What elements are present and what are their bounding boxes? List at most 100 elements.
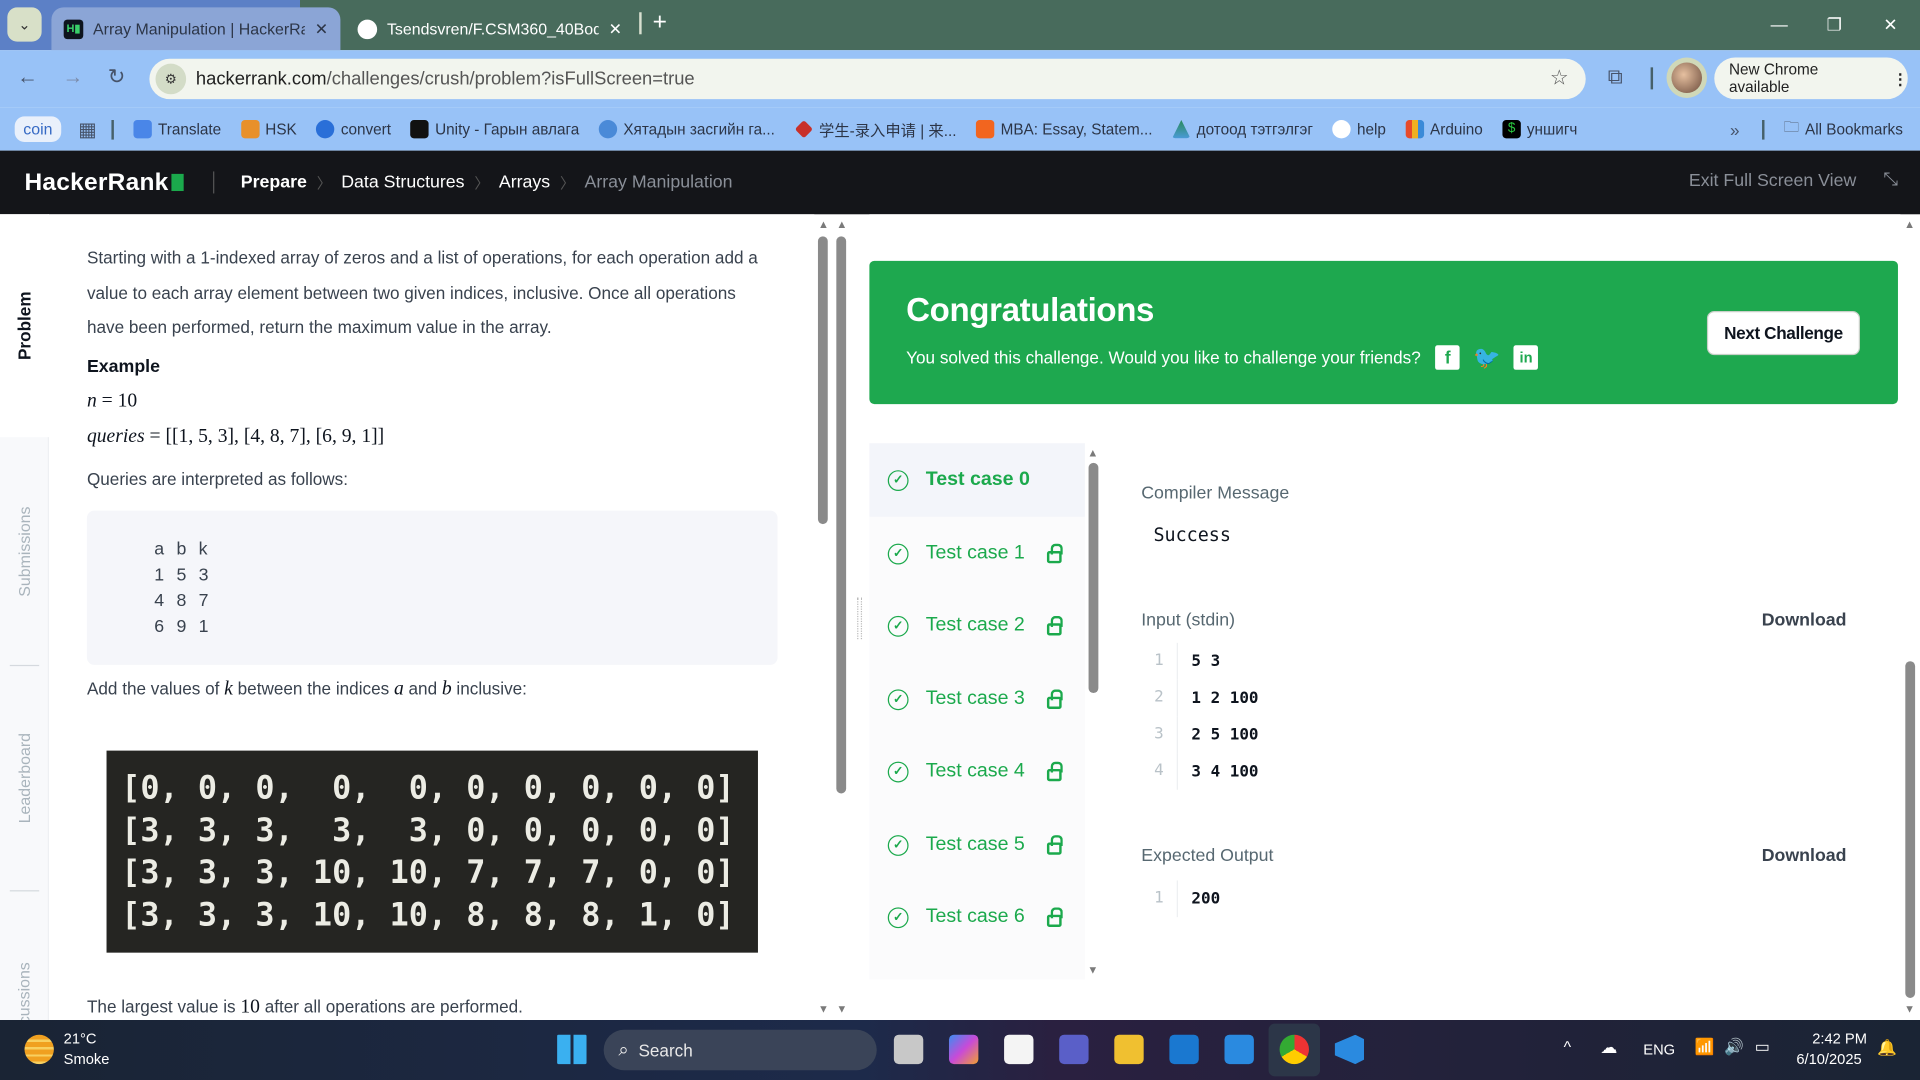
- test-case-scrollbar-thumb[interactable]: [1088, 462, 1099, 694]
- right-scrollbar-thumb[interactable]: [1905, 661, 1916, 998]
- hackerrank-logo[interactable]: HackerRank: [24, 168, 184, 196]
- problem-intro: Starting with a 1-indexed array of zeros…: [86, 247, 758, 337]
- bookmark-unity[interactable]: Unity - Гарын авлага: [410, 120, 579, 139]
- clock-date[interactable]: 6/10/2025: [1796, 1051, 1861, 1068]
- test-case-0[interactable]: ✓ Test case 0: [869, 443, 1085, 517]
- scroll-up-arrow[interactable]: ▲: [836, 218, 847, 230]
- wifi-icon[interactable]: 📶: [1695, 1037, 1715, 1057]
- tab-github[interactable]: Tsendsvren/F.CSM360_40Bodlogo ✕: [345, 7, 634, 50]
- bookmark-translate[interactable]: Translate: [133, 120, 221, 139]
- bookmark-convert[interactable]: convert: [316, 120, 391, 139]
- apps-grid-icon[interactable]: ▦: [78, 117, 97, 141]
- bookmark-star-icon[interactable]: ☆: [1550, 66, 1569, 90]
- new-tab-button[interactable]: +: [653, 9, 667, 37]
- language-indicator[interactable]: ENG: [1643, 1041, 1675, 1058]
- test-case-3[interactable]: ✓ Test case 3: [869, 662, 1085, 735]
- exit-fullscreen-button[interactable]: Exit Full Screen View: [1689, 171, 1856, 191]
- close-window-button[interactable]: ✕: [1862, 0, 1918, 49]
- restore-button[interactable]: ❐: [1806, 0, 1862, 49]
- n-expression: n = 10: [86, 390, 138, 412]
- next-challenge-button[interactable]: Next Challenge: [1706, 311, 1861, 356]
- forward-button[interactable]: →: [62, 65, 83, 89]
- bookmark-mba[interactable]: MBA: Essay, Statem...: [976, 120, 1153, 139]
- onedrive-icon[interactable]: ☁: [1600, 1037, 1617, 1058]
- microsoft-store-icon[interactable]: [1004, 1034, 1034, 1065]
- tab-search-button[interactable]: ⌄: [7, 7, 42, 42]
- breadcrumb-prepare[interactable]: Prepare: [241, 173, 307, 193]
- facebook-icon[interactable]: f: [1435, 345, 1460, 370]
- url-text[interactable]: hackerrank.com/challenges/crush/problem?…: [196, 69, 695, 90]
- new-chrome-available-button[interactable]: New Chrome available ⋮: [1714, 57, 1908, 100]
- scroll-up-arrow[interactable]: ▲: [1087, 447, 1098, 459]
- scroll-down-arrow[interactable]: ▼: [1904, 1003, 1915, 1015]
- copilot-icon[interactable]: [948, 1034, 979, 1065]
- weather-haze-icon[interactable]: [24, 1034, 54, 1065]
- close-tab-icon[interactable]: ✕: [315, 19, 328, 39]
- address-bar[interactable]: ⚙ hackerrank.com/challenges/crush/proble…: [149, 58, 1586, 100]
- test-case-5[interactable]: ✓ Test case 5: [869, 808, 1085, 881]
- bookmark-help[interactable]: help: [1332, 120, 1386, 139]
- scroll-up-arrow[interactable]: ▲: [818, 218, 829, 230]
- more-menu-icon[interactable]: ⋮: [1892, 69, 1907, 87]
- volume-icon[interactable]: 🔊: [1724, 1037, 1744, 1057]
- tab-leaderboard[interactable]: Leaderboard: [0, 673, 49, 881]
- bookmark-scholarship[interactable]: дотоод тэтгэлгэг: [1172, 120, 1313, 139]
- extensions-icon[interactable]: ⧉: [1608, 65, 1623, 89]
- close-tab-icon[interactable]: ✕: [609, 19, 622, 39]
- minimize-button[interactable]: —: [1751, 0, 1807, 49]
- bookmark-arduino[interactable]: Arduino: [1405, 120, 1483, 139]
- bookmark-reader[interactable]: $ уншигч: [1502, 120, 1577, 139]
- github-icon: [357, 18, 378, 39]
- bookmark-china-gov[interactable]: Хятадын засгийн га...: [598, 120, 775, 139]
- scroll-down-arrow[interactable]: ▼: [818, 1003, 829, 1015]
- site-info-icon[interactable]: ⚙: [155, 63, 187, 95]
- page-scrollbar-thumb[interactable]: [836, 236, 847, 794]
- pane-resize-handle[interactable]: [857, 597, 863, 640]
- windows-start-icon[interactable]: [557, 1034, 587, 1065]
- bookmark-student-apply[interactable]: 学生-录入申请 | 来...: [794, 118, 956, 141]
- lock-icon: [1046, 907, 1063, 927]
- breadcrumb-data-structures[interactable]: Data Structures: [341, 173, 464, 193]
- bookmarks-bar: coin ▦ Translate HSK convert Unity - Гар…: [0, 107, 1920, 151]
- test-case-6[interactable]: ✓ Test case 6: [869, 880, 1085, 953]
- scroll-up-arrow[interactable]: ▲: [1904, 218, 1915, 230]
- weather-temp[interactable]: 21°C: [64, 1030, 97, 1047]
- back-button[interactable]: ←: [17, 65, 38, 89]
- teams-icon[interactable]: [1059, 1034, 1089, 1065]
- all-bookmarks-button[interactable]: 🗀 All Bookmarks: [1784, 116, 1903, 142]
- battery-icon[interactable]: ▭: [1755, 1037, 1770, 1057]
- input-line: 32 5 100: [1141, 716, 1508, 754]
- test-case-1[interactable]: ✓ Test case 1: [869, 517, 1085, 590]
- profile-avatar[interactable]: [1666, 57, 1707, 98]
- test-case-4[interactable]: ✓ Test case 4: [869, 735, 1085, 808]
- file-explorer-icon[interactable]: [1114, 1034, 1144, 1065]
- notifications-icon[interactable]: 🔔: [1877, 1038, 1897, 1058]
- outlook-icon[interactable]: [1169, 1034, 1199, 1065]
- more-bookmarks-icon[interactable]: »: [1730, 119, 1740, 139]
- collapse-icon[interactable]: ⤡: [1883, 169, 1898, 190]
- tab-submissions[interactable]: Submissions: [0, 447, 49, 655]
- scroll-down-arrow[interactable]: ▼: [1087, 964, 1098, 976]
- weather-condition[interactable]: Smoke: [64, 1051, 110, 1068]
- clock-time[interactable]: 2:42 PM: [1812, 1030, 1867, 1047]
- vscode-icon[interactable]: [1334, 1034, 1365, 1065]
- problem-scrollbar-thumb[interactable]: [817, 236, 828, 525]
- scroll-down-arrow[interactable]: ▼: [836, 1003, 847, 1015]
- download-input-button[interactable]: Download: [1762, 611, 1847, 631]
- app-icon[interactable]: [1224, 1034, 1254, 1065]
- bookmark-coin[interactable]: coin: [14, 116, 62, 143]
- linkedin-icon[interactable]: in: [1513, 345, 1539, 370]
- show-hidden-icons[interactable]: ^: [1564, 1037, 1571, 1055]
- bookmark-hsk[interactable]: HSK: [240, 120, 297, 139]
- chrome-icon[interactable]: [1279, 1034, 1309, 1065]
- download-output-button[interactable]: Download: [1762, 846, 1847, 866]
- breadcrumb-arrays[interactable]: Arrays: [499, 173, 550, 193]
- task-view-icon[interactable]: [893, 1034, 924, 1065]
- tab-problem[interactable]: Problem: [0, 214, 49, 438]
- twitter-icon[interactable]: 🐦: [1473, 345, 1500, 369]
- tab-array-manipulation[interactable]: H▮ Array Manipulation | HackerRank ✕: [51, 7, 341, 51]
- taskbar-search[interactable]: ⌕ Search: [603, 1029, 877, 1071]
- test-case-2[interactable]: ✓ Test case 2: [869, 589, 1085, 662]
- largest-value-text: The largest value is 10 after all operat…: [86, 996, 523, 1018]
- reload-button[interactable]: ↻: [108, 65, 125, 89]
